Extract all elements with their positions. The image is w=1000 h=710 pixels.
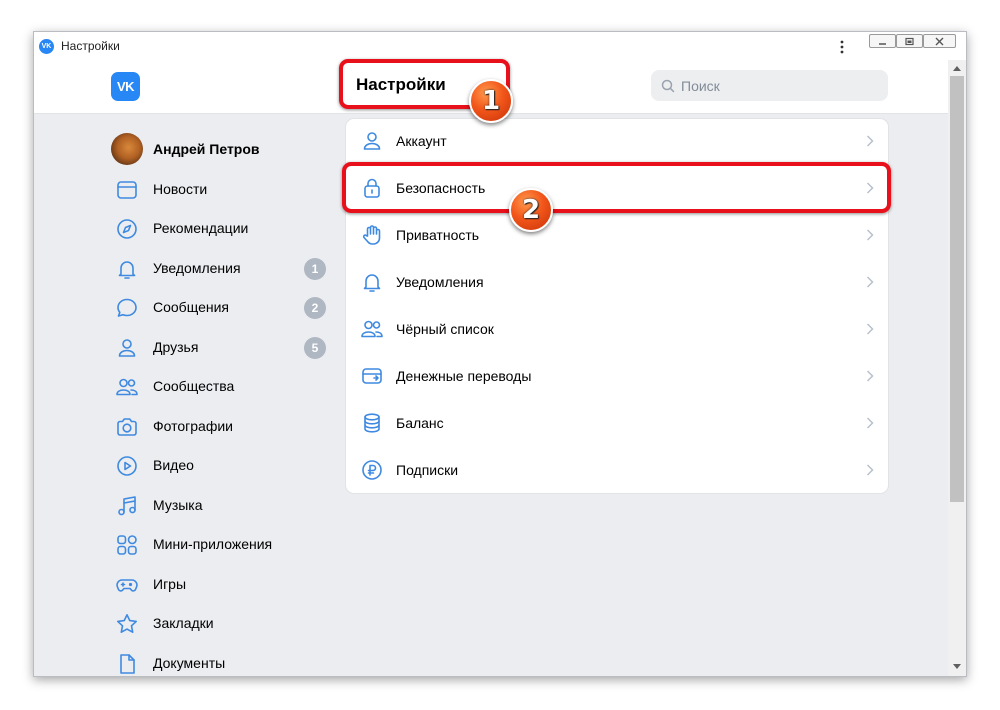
settings-item-blacklist[interactable]: Чёрный список: [346, 307, 888, 351]
sidebar-item-label: Музыка: [153, 497, 203, 513]
settings-item-label: Уведомления: [396, 274, 484, 290]
sidebar-item-video[interactable]: Видео: [109, 448, 339, 484]
sidebar-item-label: Фотографии: [153, 418, 234, 434]
scrollbar-thumb[interactable]: [950, 76, 964, 502]
gamepad-icon: [116, 579, 138, 592]
settings-item-label: Аккаунт: [396, 133, 447, 149]
apps-icon: [117, 535, 137, 555]
star-icon: [117, 614, 137, 633]
sidebar-item-mini-apps[interactable]: Мини-приложения: [109, 527, 339, 563]
scroll-up-arrow-icon[interactable]: [953, 66, 961, 71]
scroll-down-arrow-icon[interactable]: [953, 664, 961, 669]
settings-item-label: Чёрный список: [396, 321, 494, 337]
search-icon: [661, 79, 675, 93]
user-icon: [363, 132, 381, 150]
bell-icon: [118, 261, 136, 279]
message-count-badge: 2: [304, 297, 326, 319]
chevron-right-icon: [866, 370, 874, 382]
title-bar: VK Настройки: [34, 32, 966, 60]
step-badge-1: 1: [469, 79, 513, 123]
chevron-right-icon: [866, 417, 874, 429]
minimize-icon: [879, 43, 886, 45]
sidebar-item-messages[interactable]: Сообщения 2: [109, 290, 339, 326]
sidebar-profile[interactable]: Андрей Петров: [109, 132, 339, 168]
chevron-right-icon: [866, 276, 874, 288]
notification-count-badge: 1: [304, 258, 326, 280]
sidebar-item-label: Сообщения: [153, 299, 229, 315]
sidebar-item-label: Друзья: [153, 339, 199, 355]
hand-icon: [362, 225, 381, 245]
settings-item-notifications[interactable]: Уведомления: [346, 260, 888, 304]
sidebar-item-music[interactable]: Музыка: [109, 488, 339, 524]
window-title: Настройки: [61, 39, 120, 53]
close-icon: [935, 37, 944, 46]
sidebar-item-label: Закладки: [153, 615, 214, 631]
settings-item-money-transfers[interactable]: Денежные переводы: [346, 354, 888, 398]
sidebar-item-label: Игры: [153, 576, 187, 592]
settings-item-account[interactable]: Аккаунт: [346, 119, 888, 163]
search-placeholder: Поиск: [681, 78, 720, 94]
sidebar-item-label: Сообщества: [153, 378, 235, 394]
settings-item-balance[interactable]: Баланс: [346, 401, 888, 445]
sidebar-item-label: Уведомления: [153, 260, 241, 276]
sidebar-item-label: Документы: [153, 655, 226, 671]
scrollbar[interactable]: [948, 60, 966, 676]
ruble-icon: [362, 460, 382, 480]
sidebar-item-label: Рекомендации: [153, 220, 249, 236]
sidebar-item-recommendations[interactable]: Рекомендации: [109, 211, 339, 247]
highlight-frame-security: [342, 162, 891, 213]
step-badge-2: 2: [509, 188, 553, 232]
settings-item-label: Денежные переводы: [396, 368, 532, 384]
settings-item-label: Приватность: [396, 227, 480, 243]
bell-icon: [363, 274, 381, 292]
maximize-button[interactable]: [896, 34, 923, 48]
friends-count-badge: 5: [304, 337, 326, 359]
minimize-button[interactable]: [869, 34, 896, 48]
close-button[interactable]: [923, 34, 956, 48]
newspaper-icon: [117, 181, 137, 199]
users-icon: [116, 378, 138, 396]
coins-icon: [364, 413, 380, 433]
chevron-right-icon: [866, 135, 874, 147]
sidebar-item-label: Видео: [153, 457, 194, 473]
more-vertical-icon[interactable]: [835, 40, 849, 54]
settings-item-subscriptions[interactable]: Подписки: [346, 448, 888, 492]
settings-item-label: Подписки: [396, 462, 459, 478]
chevron-right-icon: [866, 229, 874, 241]
sidebar-item-notifications[interactable]: Уведомления 1: [109, 251, 339, 287]
music-icon: [118, 496, 136, 516]
sidebar-item-communities[interactable]: Сообщества: [109, 369, 339, 405]
sidebar-item-documents[interactable]: Документы: [109, 646, 339, 676]
chevron-right-icon: [866, 464, 874, 476]
play-icon: [117, 456, 137, 476]
sidebar-item-label: Новости: [153, 181, 208, 197]
compass-icon: [117, 219, 137, 239]
user-icon: [118, 339, 136, 357]
camera-icon: [117, 418, 137, 436]
vk-app-icon: VK: [39, 39, 54, 54]
message-icon: [117, 298, 137, 317]
chevron-right-icon: [866, 323, 874, 335]
card-icon: [362, 368, 382, 384]
maximize-icon: [905, 37, 914, 46]
sidebar-item-photos[interactable]: Фотографии: [109, 409, 339, 445]
settings-item-label: Баланс: [396, 415, 444, 431]
users-icon: [361, 320, 383, 338]
document-icon: [120, 654, 135, 674]
sidebar-item-games[interactable]: Игры: [109, 567, 339, 603]
sidebar: Андрей Петров Новости Рекомендации Уведо…: [34, 115, 334, 676]
settings-item-privacy[interactable]: Приватность: [346, 213, 888, 257]
profile-name: Андрей Петров: [153, 141, 260, 157]
sidebar-item-friends[interactable]: Друзья 5: [109, 330, 339, 366]
search-input[interactable]: Поиск: [651, 70, 888, 101]
app-window: VK Настройки VK Настройки Поиск Андрей П…: [33, 31, 967, 677]
sidebar-item-label: Мини-приложения: [153, 536, 273, 552]
vk-logo[interactable]: VK: [111, 72, 140, 101]
sidebar-item-bookmarks[interactable]: Закладки: [109, 606, 339, 642]
avatar: [111, 133, 143, 165]
sidebar-item-news[interactable]: Новости: [109, 172, 339, 208]
